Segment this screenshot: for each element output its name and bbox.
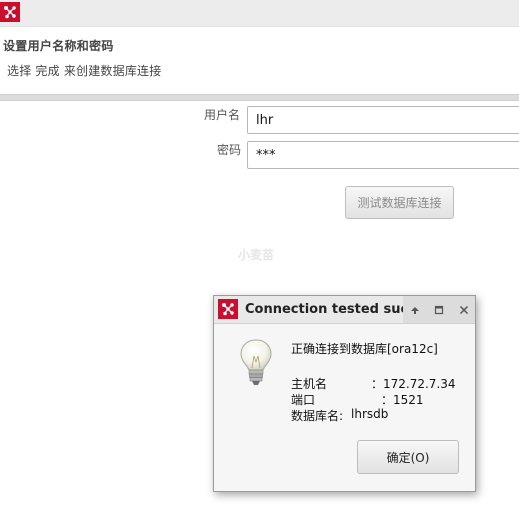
header-divider <box>0 94 519 101</box>
connection-tested-dialog: Connection tested succ 正确连接到数据库[ora12c] … <box>213 295 476 492</box>
page-description: 选择 完成 来创建数据库连接 <box>7 64 162 78</box>
page-title: 设置用户名称和密码 <box>3 39 114 53</box>
window-titlebar <box>0 0 519 27</box>
wizard-header: 设置用户名称和密码 选择 完成 来创建数据库连接 <box>0 27 519 94</box>
lightbulb-icon <box>238 338 274 388</box>
host-value: ：172.72.7.34 <box>371 377 456 391</box>
close-icon[interactable] <box>456 302 472 318</box>
dialog-title: Connection tested succ <box>245 302 416 317</box>
dbname-value: lhrsdb <box>351 407 389 421</box>
test-connection-button[interactable]: 测试数据库连接 <box>345 186 454 219</box>
network-logo-icon <box>0 2 20 22</box>
dialog-window-controls <box>403 296 475 323</box>
shade-up-icon[interactable] <box>407 302 423 318</box>
password-field[interactable]: *** <box>247 141 519 169</box>
network-logo-icon <box>218 299 238 319</box>
maximize-icon[interactable] <box>431 302 447 318</box>
username-field[interactable]: lhr <box>247 106 519 134</box>
success-message: 正确连接到数据库[ora12c] <box>291 342 438 356</box>
host-label: 主机名 <box>291 377 328 391</box>
main-window: 设置用户名称和密码 选择 完成 来创建数据库连接 用户名 lhr 密码 *** … <box>0 0 519 509</box>
password-label: 密码 <box>217 143 242 157</box>
username-label: 用户名 <box>204 108 241 122</box>
watermark: 小麦苗 <box>238 248 275 262</box>
ok-button[interactable]: 确定(O) <box>357 440 459 474</box>
dbname-label: 数据库名: <box>291 409 344 423</box>
dialog-titlebar[interactable]: Connection tested succ <box>214 296 475 324</box>
port-label: 端口 <box>291 393 316 407</box>
port-value: ：1521 <box>381 393 424 407</box>
